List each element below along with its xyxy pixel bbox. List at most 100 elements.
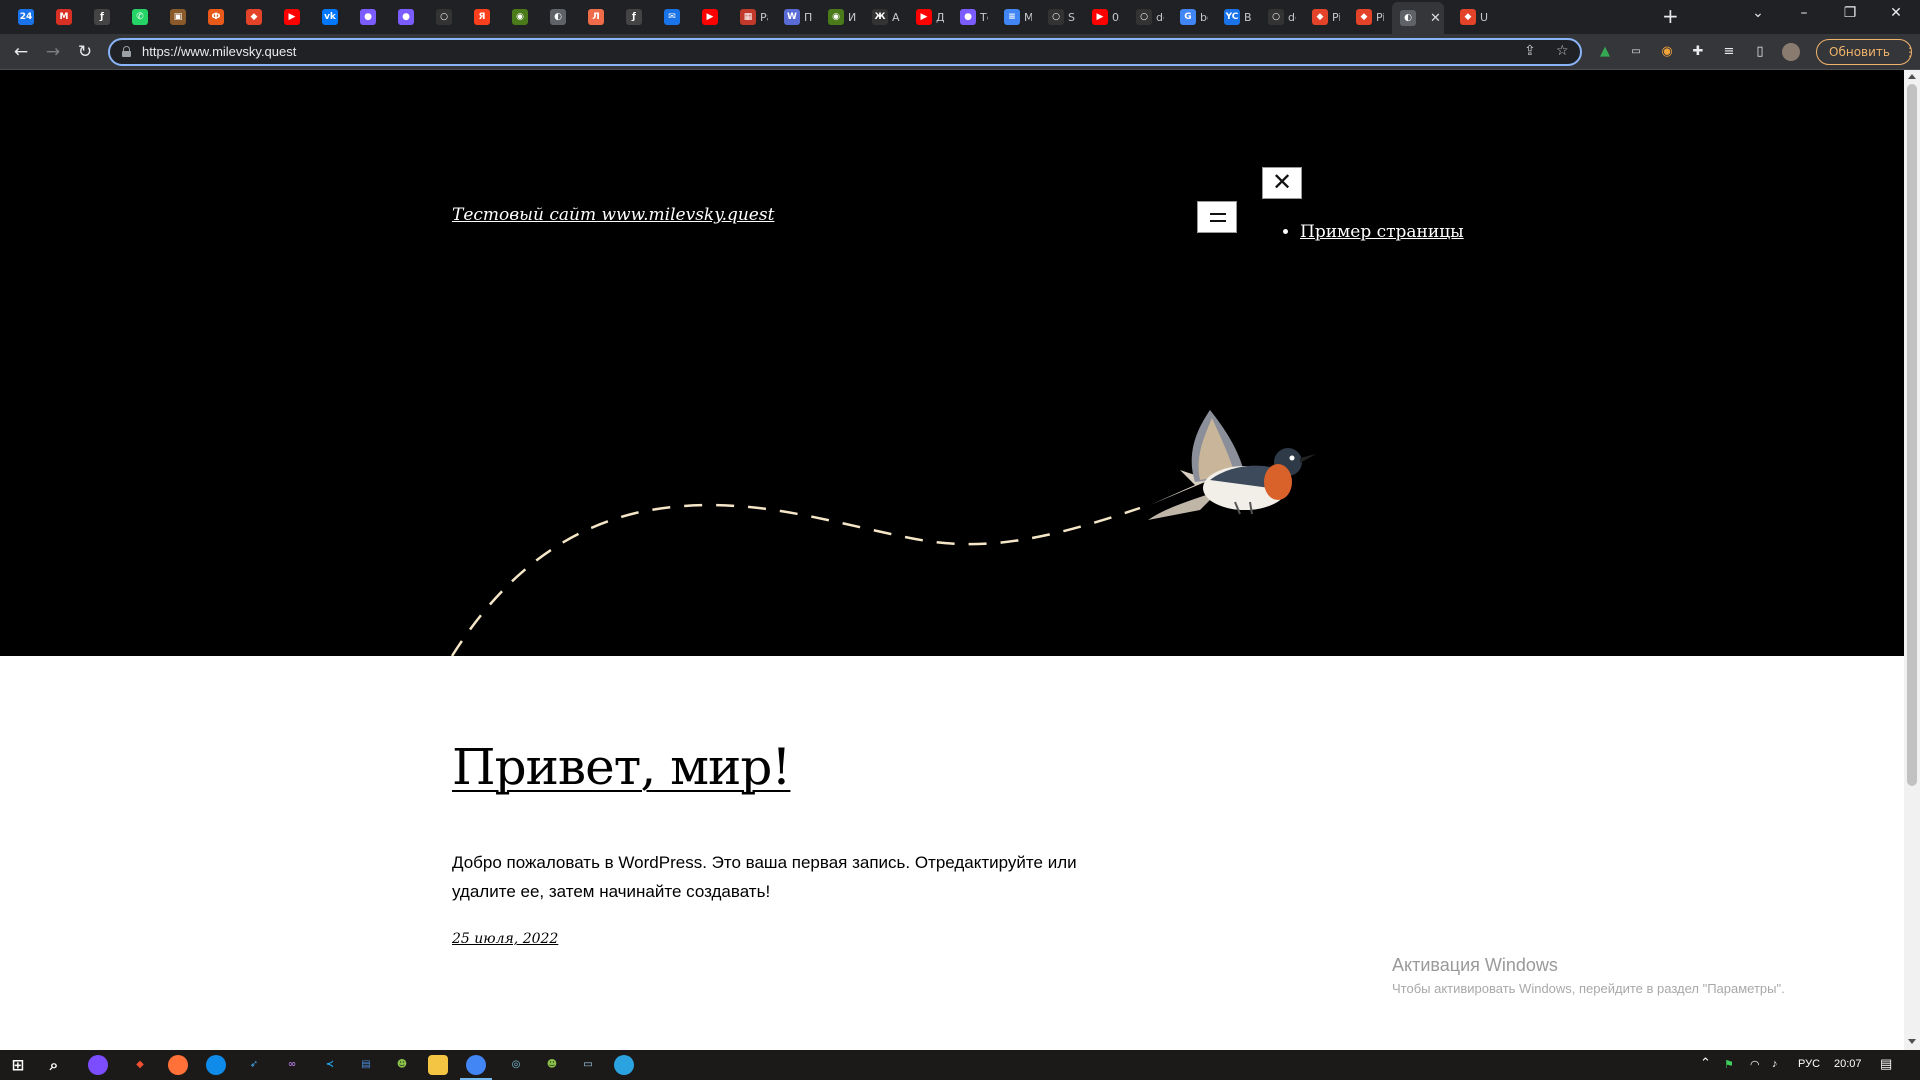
bookmark-star-icon[interactable]: ☆ <box>1556 43 1569 59</box>
address-bar[interactable]: https://www.milevsky.quest ⇪ ☆ <box>108 38 1582 66</box>
browser-tab[interactable]: ● <box>390 4 420 30</box>
browser-tab[interactable]: ◆ Pi <box>1304 4 1340 30</box>
browser-tab[interactable]: Я <box>466 4 496 30</box>
tray-chevron-icon[interactable]: ⌃ <box>1700 1055 1711 1071</box>
browser-tab[interactable]: ✉ <box>656 4 686 30</box>
url-text[interactable]: https://www.milevsky.quest <box>142 44 296 59</box>
post-date-link[interactable]: 25 июля, 2022 <box>452 931 558 947</box>
browser-tab[interactable]: YC Вь <box>1216 4 1252 30</box>
lock-icon[interactable] <box>122 46 131 57</box>
file-explorer-icon[interactable] <box>428 1055 448 1075</box>
vscode-icon[interactable]: ≺ <box>320 1055 340 1075</box>
browser-tab[interactable]: ▦ Ра <box>732 4 768 30</box>
profile-avatar[interactable] <box>1782 43 1800 61</box>
browser-tab[interactable]: M <box>48 4 78 30</box>
browser-tab[interactable]: ◐ <box>542 4 572 30</box>
browser-tab[interactable]: ▶ Де <box>908 4 944 30</box>
network-icon[interactable]: ◠ <box>1750 1058 1760 1071</box>
close-window-button[interactable]: ✕ <box>1886 5 1906 21</box>
forward-button[interactable]: → <box>42 42 64 62</box>
firefox-icon[interactable] <box>168 1055 188 1075</box>
browser-tab[interactable]: ◐ ✕ <box>1392 2 1444 34</box>
notifications-icon[interactable]: ▤ <box>1880 1056 1892 1072</box>
drive-extension-icon[interactable]: ▲ <box>1596 43 1614 61</box>
tab-title: Pi <box>1332 10 1340 24</box>
chrome-icon[interactable] <box>460 1055 492 1080</box>
browser-tab[interactable]: ▶ 03 <box>1084 4 1120 30</box>
browser-tab[interactable]: ○ <box>428 4 458 30</box>
browser-tab[interactable]: ○ de <box>1128 4 1164 30</box>
tab-title: de <box>1156 10 1164 24</box>
browser-tab[interactable]: Ж Ар <box>864 4 900 30</box>
tab-search-icon[interactable]: ⌄ <box>1748 5 1768 21</box>
reload-button[interactable]: ↻ <box>74 42 96 62</box>
browser-tab[interactable]: ● <box>352 4 382 30</box>
browser-tab[interactable]: Л <box>580 4 610 30</box>
new-tab-button[interactable]: + <box>1662 6 1679 26</box>
browser-tab[interactable]: ◉ <box>504 4 534 30</box>
menu-close-button[interactable]: ✕ <box>1262 167 1302 199</box>
scroll-thumb[interactable] <box>1907 84 1917 786</box>
browser-tab[interactable]: ▣ <box>162 4 192 30</box>
extension-icon[interactable]: ▭ <box>1627 43 1645 61</box>
browser-tab[interactable]: ◆ <box>238 4 268 30</box>
app-icon[interactable]: ☻ <box>542 1055 562 1075</box>
browser-tab[interactable]: ✆ <box>124 4 154 30</box>
edge-icon[interactable] <box>206 1055 226 1075</box>
flag-icon[interactable]: ⚑ <box>1724 1058 1734 1071</box>
side-panel-icon[interactable]: ▯ <box>1751 43 1769 61</box>
browser-tab[interactable]: ƒ <box>86 4 116 30</box>
tab-title: Ар <box>892 10 900 24</box>
post-title-link[interactable]: Привет, мир! <box>452 738 791 796</box>
notepad-icon[interactable]: ▭ <box>578 1055 598 1075</box>
browser-tab[interactable]: ƒ <box>618 4 648 30</box>
browser-tab[interactable]: ◆ Us <box>1452 4 1488 30</box>
cookie-extension-icon[interactable]: ◉ <box>1658 43 1676 61</box>
page-scrollbar[interactable] <box>1904 70 1920 1050</box>
nav-link[interactable]: Пример страницы <box>1300 222 1464 242</box>
git-app-icon[interactable]: ◆ <box>130 1055 150 1075</box>
browser-tab[interactable]: W Пс <box>776 4 812 30</box>
tab-favicon-icon: ◆ <box>246 9 262 25</box>
tab-close-icon[interactable]: ✕ <box>1430 11 1441 26</box>
browser-tab[interactable]: ≡ Mi <box>996 4 1032 30</box>
browser-tab[interactable]: 24 <box>10 4 40 30</box>
tab-favicon-icon: ● <box>398 9 414 25</box>
telegram-icon[interactable] <box>614 1055 634 1075</box>
restore-button[interactable]: ❐ <box>1840 5 1860 21</box>
save-app-icon[interactable]: ▤ <box>356 1055 376 1075</box>
volume-icon[interactable]: ♪ <box>1772 1058 1778 1070</box>
back-button[interactable]: ← <box>10 42 32 62</box>
language-indicator[interactable]: РУС <box>1798 1058 1820 1070</box>
start-windows-icon[interactable]: ⊞ <box>8 1055 28 1075</box>
extensions-puzzle-icon[interactable]: ✚ <box>1689 43 1707 61</box>
browser-tab[interactable]: ◉ Ис <box>820 4 856 30</box>
menu-toggle-button[interactable] <box>1197 201 1237 233</box>
browser-tab[interactable]: ◆ Pi <box>1348 4 1384 30</box>
update-button[interactable]: Обновить ⋮ <box>1816 39 1916 65</box>
share-icon[interactable]: ⇪ <box>1524 43 1536 59</box>
minimize-button[interactable]: – <box>1794 5 1814 21</box>
browser-tab[interactable]: Gbo <box>1172 4 1208 30</box>
browser-tab[interactable]: ▶ <box>694 4 724 30</box>
browser-tab[interactable]: ○ de <box>1260 4 1296 30</box>
swift-app-icon[interactable]: ➶ <box>244 1055 264 1075</box>
site-title-link[interactable]: Тестовый сайт www.milevsky.quest <box>452 205 774 225</box>
clock[interactable]: 20:07 <box>1834 1058 1862 1070</box>
browser-tab[interactable]: ○ Sn <box>1040 4 1076 30</box>
tab-favicon-icon: ▦ <box>740 9 756 25</box>
visual-studio-icon[interactable]: ∞ <box>282 1055 302 1075</box>
scroll-down-arrow[interactable] <box>1908 1039 1916 1044</box>
app-icon[interactable]: ◎ <box>506 1055 526 1075</box>
search-icon[interactable]: ⌕ <box>44 1055 64 1075</box>
media-control-icon[interactable]: ≡ <box>1720 43 1738 61</box>
browser-tab[interactable]: Ф <box>200 4 230 30</box>
app-icon[interactable]: ☻ <box>392 1055 412 1075</box>
browser-tab[interactable]: ● Те <box>952 4 988 30</box>
browser-tab[interactable]: ▶ <box>276 4 306 30</box>
more-menu-icon[interactable]: ⋮ <box>1904 45 1916 59</box>
browser-tab[interactable]: vk <box>314 4 344 30</box>
scroll-up-arrow[interactable] <box>1908 74 1916 79</box>
tab-favicon-icon: ▶ <box>1092 9 1108 25</box>
alice-assistant-icon[interactable] <box>88 1055 108 1075</box>
